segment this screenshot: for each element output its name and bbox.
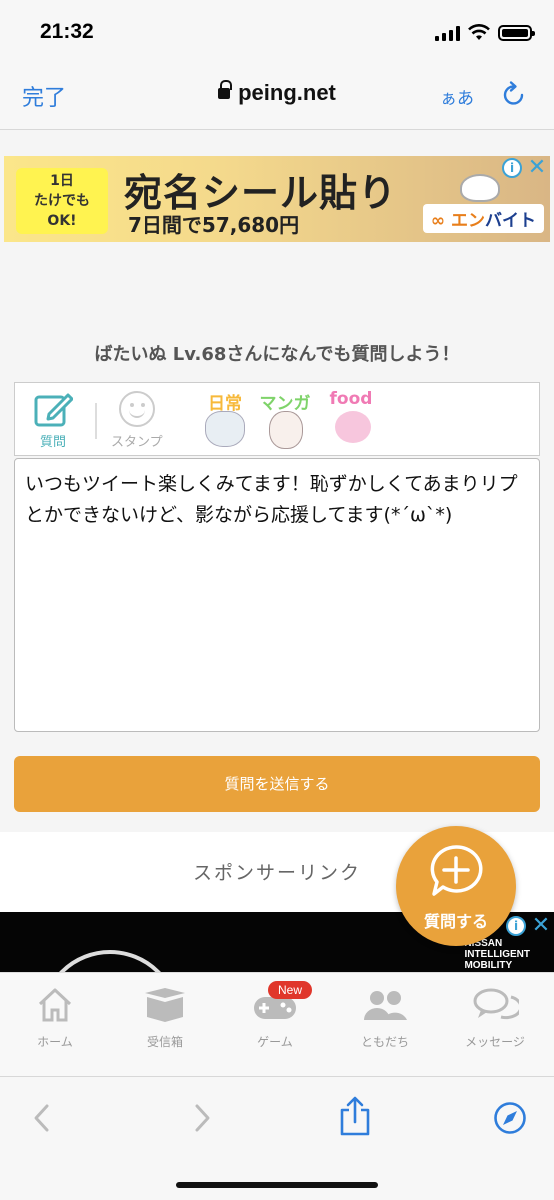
nav-label: メッセージ: [465, 1035, 525, 1049]
nav-item-message[interactable]: メッセージ: [440, 987, 550, 1050]
stamp-set-label: food: [329, 389, 373, 409]
nav-item-inbox[interactable]: 受信箱: [110, 987, 220, 1050]
nav-label: 受信箱: [146, 1035, 183, 1049]
ad-close-icon[interactable]: ✕: [526, 157, 548, 180]
home-icon: [38, 988, 72, 1022]
nav-label: ゲーム: [257, 1035, 293, 1049]
ring-graphic: [40, 950, 180, 972]
speech-bubble-plus-icon: [430, 845, 483, 896]
forward-arrow-icon[interactable]: [190, 1103, 214, 1133]
submit-question-button[interactable]: 質問を送信する: [14, 756, 540, 812]
home-indicator: [176, 1182, 378, 1188]
divider: [95, 403, 97, 439]
ad-badge-line: たけでも: [34, 193, 90, 209]
friends-icon: [364, 991, 407, 1020]
status-time: 21:32: [40, 20, 94, 43]
new-badge: New: [268, 981, 313, 999]
food-icon: [335, 411, 371, 443]
wifi-icon: [468, 24, 490, 40]
question-input[interactable]: いつもツイート楽しくみてます！恥ずかしくてあまりリプとかできないけど、影ながら応…: [14, 458, 540, 732]
ad-badge: 1日 たけでも OK!: [16, 168, 108, 234]
url-text: peing.net: [238, 80, 336, 105]
text-size-button[interactable]: ぁあ: [440, 84, 474, 109]
stamp-set-food[interactable]: food: [321, 389, 381, 449]
sheep-icon: [460, 174, 500, 202]
ad-close-icon[interactable]: ✕: [530, 915, 552, 938]
ad-logo-prefix: ∞ エン: [430, 211, 485, 231]
share-icon[interactable]: [338, 1095, 372, 1137]
compass-icon[interactable]: [493, 1101, 527, 1135]
question-tools: 質問 スタンプ 日常 マンガ food: [14, 382, 540, 456]
pencil-icon: [34, 393, 73, 427]
battery-icon: [498, 24, 535, 41]
fab-label: 質問する: [423, 912, 488, 931]
tab-stamp[interactable]: スタンプ: [111, 389, 163, 450]
page-title: ばたいぬ Lv.68さんになんでも質問しよう！: [94, 344, 460, 365]
stamp-set-nichijou[interactable]: 日常: [195, 389, 255, 449]
tab-stamp-label: スタンプ: [111, 435, 163, 450]
nav-item-home[interactable]: ホーム: [0, 987, 110, 1050]
back-arrow-icon[interactable]: [30, 1103, 54, 1133]
tab-question-label: 質問: [39, 435, 66, 450]
ad-logo-suffix: バイト: [485, 211, 536, 231]
tab-question[interactable]: 質問: [33, 389, 73, 450]
ad-banner[interactable]: 1日 たけでも OK! 宛名シール貼り 7日間で57,680円 ∞ エンバイト …: [4, 156, 550, 242]
chat-icon: [473, 988, 519, 1020]
nav-label: ホーム: [37, 1035, 73, 1049]
reload-icon[interactable]: [500, 80, 528, 108]
bottom-nav: ホーム 受信箱 ゲーム New ともだち メッセージ: [0, 972, 554, 1076]
cat-icon: [205, 411, 245, 447]
status-bar: 21:32: [0, 0, 554, 66]
lock-icon: [218, 80, 233, 101]
signal-icon: [435, 25, 460, 41]
ad-info-icon[interactable]: i: [502, 158, 522, 178]
browser-toolbar: [0, 1076, 554, 1200]
nav-label: ともだち: [360, 1035, 409, 1049]
smile-icon: [118, 391, 155, 427]
stamp-set-manga[interactable]: マンガ: [255, 389, 315, 449]
box-icon: [145, 988, 185, 1022]
ask-question-fab[interactable]: 質問する: [396, 826, 516, 946]
ad-subtitle: 7日間で57,680円: [128, 213, 300, 237]
nissan-ad-line: INTELLIGENT: [464, 949, 530, 960]
nissan-ad-line: MOBILITY: [464, 960, 513, 971]
status-icons: [435, 24, 535, 41]
nav-item-friends[interactable]: ともだち: [330, 987, 440, 1050]
ad-logo: ∞ エンバイト: [422, 204, 544, 233]
browser-top-bar: 完了 peing.net ぁあ: [0, 66, 554, 130]
ad-badge-line: OK!: [47, 213, 77, 229]
girl-icon: [269, 411, 303, 449]
ad-badge-line: 1日: [50, 173, 74, 189]
